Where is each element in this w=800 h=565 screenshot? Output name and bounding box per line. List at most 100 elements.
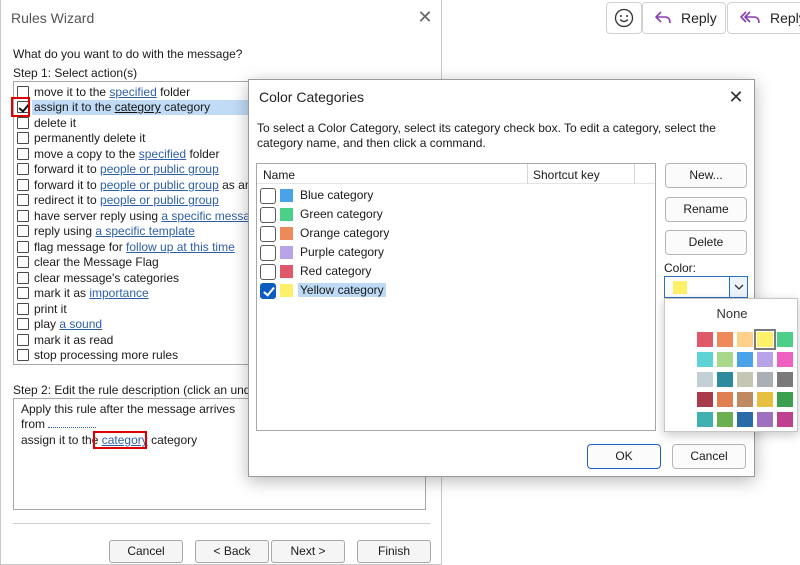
action-link[interactable]: people or public group [100, 178, 219, 192]
cancel-button[interactable]: Cancel [672, 444, 746, 469]
color-swatch[interactable] [697, 352, 713, 367]
category-name[interactable]: Orange category [298, 226, 391, 240]
color-swatch[interactable] [717, 372, 733, 387]
action-row[interactable]: clear the Message Flag [14, 255, 252, 271]
color-swatch[interactable] [757, 392, 773, 407]
action-link[interactable]: a specific template [95, 224, 194, 238]
action-row[interactable]: delete it [14, 115, 252, 131]
category-row[interactable]: Green category [257, 205, 655, 224]
color-swatch[interactable] [777, 352, 793, 367]
action-checkbox[interactable] [17, 209, 29, 222]
action-link[interactable]: specified [139, 147, 186, 161]
action-row[interactable]: mark it as importance [14, 286, 252, 302]
sender-link[interactable] [48, 417, 97, 428]
category-name[interactable]: Blue category [298, 188, 375, 202]
back-button[interactable]: < Back [195, 540, 269, 563]
action-checkbox[interactable] [17, 225, 29, 238]
action-checkbox[interactable] [17, 271, 29, 284]
column-header-name[interactable]: Name [263, 168, 295, 182]
finish-button[interactable]: Finish [357, 540, 431, 563]
no-color-option[interactable]: None [665, 306, 799, 321]
color-swatch[interactable] [777, 332, 793, 347]
color-dropdown[interactable] [664, 276, 748, 298]
category-name[interactable]: Yellow category [298, 283, 386, 297]
category-name[interactable]: Purple category [298, 245, 386, 259]
column-header-shortcut[interactable]: Shortcut key [533, 168, 600, 182]
category-checkbox[interactable] [260, 283, 276, 299]
color-swatch[interactable] [737, 352, 753, 367]
action-row[interactable]: mark it as read [14, 332, 252, 348]
color-swatch[interactable] [737, 372, 753, 387]
action-checkbox[interactable] [17, 302, 29, 315]
action-link[interactable]: people or public group [100, 193, 219, 207]
action-row[interactable]: permanently delete it [14, 131, 252, 147]
action-checkbox[interactable] [17, 240, 29, 253]
reply-all-button[interactable]: Reply [727, 2, 800, 34]
color-swatch[interactable] [697, 332, 713, 347]
color-swatch[interactable] [737, 332, 753, 347]
action-link[interactable]: people or public group [100, 162, 219, 176]
action-row[interactable]: flag message for follow up at this time [14, 239, 252, 255]
emoji-reaction-button[interactable] [606, 2, 642, 34]
color-swatch[interactable] [717, 392, 733, 407]
action-link[interactable]: category [115, 100, 161, 114]
color-swatch[interactable] [777, 372, 793, 387]
action-link[interactable]: specified [109, 85, 156, 99]
action-checkbox[interactable] [17, 132, 29, 145]
action-checkbox[interactable] [17, 256, 29, 269]
delete-button[interactable]: Delete [665, 230, 747, 255]
action-checkbox[interactable] [17, 163, 29, 176]
color-swatch[interactable] [697, 412, 713, 427]
action-link[interactable]: a sound [59, 317, 102, 331]
action-link[interactable]: a specific message [161, 209, 252, 223]
category-row[interactable]: Yellow category [257, 281, 655, 300]
action-checkbox[interactable] [17, 116, 29, 129]
action-checkbox[interactable] [17, 178, 29, 191]
color-swatch[interactable] [697, 372, 713, 387]
action-checkbox[interactable] [17, 85, 29, 98]
action-row[interactable]: reply using a specific template [14, 224, 252, 240]
action-row[interactable]: play a sound [14, 317, 252, 333]
next-button[interactable]: Next > [271, 540, 345, 563]
color-swatch[interactable] [754, 329, 776, 350]
action-row[interactable]: move a copy to the specified folder [14, 146, 252, 162]
close-icon[interactable]: ✕ [415, 7, 435, 27]
category-row[interactable]: Orange category [257, 224, 655, 243]
category-checkbox[interactable] [260, 226, 276, 242]
color-swatch[interactable] [697, 392, 713, 407]
color-swatch[interactable] [717, 352, 733, 367]
action-row[interactable]: assign it to the category category [14, 99, 252, 115]
color-swatch[interactable] [737, 412, 753, 427]
category-row[interactable]: Purple category [257, 243, 655, 262]
color-swatch[interactable] [777, 412, 793, 427]
action-checkbox[interactable] [17, 287, 29, 300]
action-checkbox[interactable] [17, 194, 29, 207]
category-row[interactable]: Blue category [257, 186, 655, 205]
new-category-button[interactable]: New... [665, 163, 747, 188]
action-link[interactable]: importance [89, 286, 148, 300]
color-swatch[interactable] [757, 372, 773, 387]
close-icon[interactable]: ✕ [725, 86, 747, 108]
color-swatch[interactable] [777, 392, 793, 407]
action-row[interactable]: redirect it to people or public group [14, 193, 252, 209]
category-name[interactable]: Red category [298, 264, 373, 278]
category-checkbox[interactable] [260, 245, 276, 261]
reply-button[interactable]: Reply [642, 2, 726, 34]
chevron-down-icon[interactable] [729, 277, 747, 297]
category-checkbox[interactable] [260, 264, 276, 280]
action-checkbox[interactable] [17, 147, 29, 160]
action-list[interactable]: move it to the specified folder assign it… [13, 81, 253, 365]
color-swatch[interactable] [757, 352, 773, 367]
rename-button[interactable]: Rename [665, 197, 747, 222]
action-checkbox[interactable] [17, 333, 29, 346]
color-swatch[interactable] [717, 332, 733, 347]
action-checkbox[interactable] [17, 318, 29, 331]
color-swatch[interactable] [717, 412, 733, 427]
action-row[interactable]: clear message's categories [14, 270, 252, 286]
category-checkbox[interactable] [260, 207, 276, 223]
action-row[interactable]: forward it to people or public group [14, 162, 252, 178]
action-row[interactable]: have server reply using a specific messa… [14, 208, 252, 224]
wizard-cancel-button[interactable]: Cancel [109, 540, 183, 563]
action-row[interactable]: move it to the specified folder [14, 84, 252, 100]
category-list[interactable]: Name Shortcut key Blue category Green cat… [256, 163, 656, 431]
